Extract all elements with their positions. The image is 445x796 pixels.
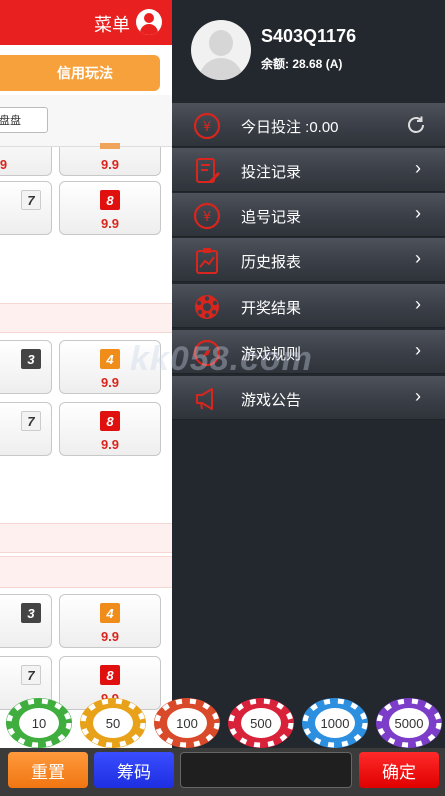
ball-number: 7 (21, 190, 41, 210)
section-separator (0, 303, 172, 333)
section-separator (0, 523, 172, 553)
ball-cell[interactable]: 3 9 (0, 340, 52, 394)
chip-value: 50 (106, 716, 120, 731)
chip-value: 5000 (395, 716, 424, 731)
menu-item-lottery-results[interactable]: 开奖结果 › (172, 284, 445, 328)
chip-5000[interactable]: 5000 (375, 696, 443, 750)
menu-item-label: 投注记录 (241, 164, 302, 181)
chip-500[interactable]: 500 (227, 696, 295, 750)
top-bar: 菜单 (0, 0, 172, 45)
section-separator (0, 556, 172, 588)
chevron-right-icon: › (415, 386, 421, 406)
lottery-wheel-icon (195, 295, 219, 319)
panel-strip-cover: 盘盘 (0, 95, 172, 147)
menu-item-label: 历史报表 (241, 254, 302, 271)
menu-item-label: 开奖结果 (241, 300, 302, 317)
ball-odds: 9.9 (0, 157, 8, 172)
chip-1000[interactable]: 1000 (301, 696, 369, 750)
megaphone-icon (196, 388, 213, 410)
menu-item-chase-records[interactable]: ¥ 追号记录 › (172, 193, 445, 237)
panel-select[interactable]: 盘盘 (0, 107, 48, 133)
balance: 余额: 28.68 (A) (261, 57, 343, 71)
menu-button[interactable]: 菜单 (94, 11, 130, 37)
ball-odds: 9 (0, 216, 51, 231)
menu-item-bet-records[interactable]: 投注记录 › (172, 148, 445, 192)
ball-number: 4 (100, 349, 120, 369)
menu-item-label: 今日投注 :0.00 (241, 119, 339, 136)
user-icon[interactable] (136, 9, 162, 35)
ball-odds: 9 (0, 375, 51, 390)
svg-text:¥: ¥ (203, 120, 211, 135)
ball-odds: 9.9 (100, 157, 120, 172)
chip-tray: 10 50 100 500 1000 5000 (0, 696, 445, 750)
credit-play-button[interactable]: 信用玩法 (0, 55, 160, 91)
reset-button[interactable]: 重置 (8, 752, 88, 788)
clipboard-chart-icon (196, 248, 218, 274)
ball-number: 8 (100, 411, 120, 431)
bottom-bar: 重置 筹码 确定 (0, 748, 445, 796)
ball-cell[interactable]: 7 9 (0, 181, 52, 235)
chevron-right-icon: › (415, 203, 421, 223)
yen-coin-icon: ¥ (193, 202, 221, 230)
ball-odds: 9.9 (100, 216, 120, 231)
menu-item-label: 游戏公告 (241, 392, 302, 409)
chip-50[interactable]: 50 (79, 696, 147, 750)
ball-number: 7 (21, 665, 41, 685)
ball-odds: 9.9 (100, 629, 120, 644)
ball-cell[interactable]: 7 9 (0, 402, 52, 456)
chevron-right-icon: › (415, 248, 421, 268)
ball-cell[interactable]: 4 9.9 (59, 594, 161, 648)
yen-coin-icon: ¥ (193, 112, 221, 140)
ball-odds: 9.9 (100, 437, 120, 452)
username: S403Q1176 (261, 26, 357, 46)
menu-item-label: 追号记录 (241, 209, 302, 226)
amount-input[interactable] (180, 752, 352, 788)
chip-value: 500 (250, 716, 272, 731)
ball-cell[interactable]: 3 9 (0, 594, 52, 648)
confirm-button[interactable]: 确定 (359, 752, 439, 788)
edit-document-icon (196, 158, 220, 183)
avatar[interactable] (191, 20, 251, 80)
game-panel: 菜单 信用玩法 盘盘 9.9 9.9 盘盘 7 9 8 9.9 3 9 4 9.… (0, 0, 172, 796)
ball-number: 7 (21, 411, 41, 431)
ball-number: 8 (100, 665, 120, 685)
chevron-right-icon: › (415, 294, 421, 314)
side-menu: S403Q1176 余额: 28.68 (A) ¥ 今日投注 :0.00 投注记… (172, 0, 445, 796)
chip-value: 10 (32, 716, 46, 731)
ball-odds: 9 (0, 437, 51, 452)
chip-button[interactable]: 筹码 (94, 752, 174, 788)
ball-number-fragment (100, 143, 120, 149)
ball-number: 8 (100, 190, 120, 210)
menu-item-today-bets[interactable]: ¥ 今日投注 :0.00 (172, 103, 445, 147)
ball-number: 4 (100, 603, 120, 623)
refresh-icon[interactable] (405, 114, 427, 136)
ball-cell[interactable]: 8 9.9 (59, 181, 161, 235)
chip-value: 100 (176, 716, 198, 731)
credit-play-label: 信用玩法 (57, 65, 113, 81)
ball-number: 3 (21, 603, 41, 623)
chevron-right-icon: › (415, 158, 421, 178)
chip-value: 1000 (321, 716, 350, 731)
svg-text:¥: ¥ (203, 210, 211, 225)
chip-100[interactable]: 100 (153, 696, 221, 750)
ball-cell[interactable]: 8 9.9 (59, 402, 161, 456)
chevron-right-icon: › (415, 340, 421, 360)
watermark: kk058.com (130, 340, 313, 378)
ball-number: 3 (21, 349, 41, 369)
menu-item-history-report[interactable]: 历史报表 › (172, 238, 445, 282)
ball-odds: 9 (0, 629, 51, 644)
chip-10[interactable]: 10 (5, 696, 73, 750)
menu-item-announcements[interactable]: 游戏公告 › (172, 376, 445, 420)
